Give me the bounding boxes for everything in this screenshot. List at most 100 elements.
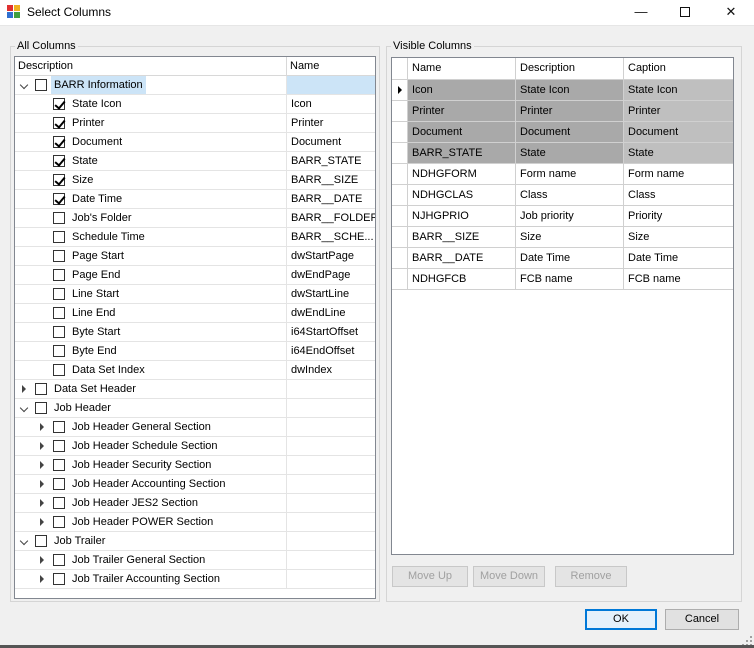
- tree-row[interactable]: Schedule Time BARR__SCHE...: [15, 228, 375, 247]
- grid-row[interactable]: NJHGPRIO Job priority Priority: [392, 206, 733, 227]
- ok-button[interactable]: OK: [585, 609, 657, 630]
- row-header[interactable]: [392, 143, 408, 163]
- column-checkbox[interactable]: [53, 364, 65, 376]
- grid-cell-caption[interactable]: Form name: [624, 164, 733, 184]
- column-checkbox[interactable]: [53, 497, 65, 509]
- column-checkbox[interactable]: [53, 136, 65, 148]
- expand-chevron-icon[interactable]: [20, 537, 28, 545]
- tree-row[interactable]: Job Trailer General Section: [15, 551, 375, 570]
- collapse-chevron-icon[interactable]: [38, 480, 46, 488]
- tree-row[interactable]: BARR Information: [15, 76, 375, 95]
- collapse-chevron-icon[interactable]: [38, 499, 46, 507]
- grid-row[interactable]: NDHGCLAS Class Class: [392, 185, 733, 206]
- collapse-chevron-icon[interactable]: [20, 385, 28, 393]
- tree-row[interactable]: Byte End i64EndOffset: [15, 342, 375, 361]
- grid-cell-caption[interactable]: Priority: [624, 206, 733, 226]
- collapse-chevron-icon[interactable]: [38, 423, 46, 431]
- tree-row[interactable]: Job Header JES2 Section: [15, 494, 375, 513]
- column-checkbox[interactable]: [53, 440, 65, 452]
- column-checkbox[interactable]: [53, 231, 65, 243]
- grid-row[interactable]: BARR__DATE Date Time Date Time: [392, 248, 733, 269]
- all-columns-tree[interactable]: Description Name BARR Information State I…: [14, 56, 376, 599]
- column-checkbox[interactable]: [53, 212, 65, 224]
- tree-row[interactable]: Data Set Header: [15, 380, 375, 399]
- column-checkbox[interactable]: [53, 478, 65, 490]
- header-description[interactable]: Description: [15, 57, 287, 76]
- column-checkbox[interactable]: [35, 383, 47, 395]
- header-description[interactable]: Description: [516, 58, 624, 79]
- tree-row[interactable]: Job Header Security Section: [15, 456, 375, 475]
- move-down-button[interactable]: Move Down: [473, 566, 545, 587]
- tree-row[interactable]: Job Trailer: [15, 532, 375, 551]
- collapse-chevron-icon[interactable]: [38, 575, 46, 583]
- cancel-button[interactable]: Cancel: [665, 609, 739, 630]
- column-checkbox[interactable]: [53, 307, 65, 319]
- tree-row[interactable]: Size BARR__SIZE: [15, 171, 375, 190]
- row-header[interactable]: [392, 80, 408, 100]
- row-header[interactable]: [392, 185, 408, 205]
- column-checkbox[interactable]: [53, 155, 65, 167]
- column-checkbox[interactable]: [53, 117, 65, 129]
- column-checkbox[interactable]: [53, 250, 65, 262]
- row-header[interactable]: [392, 122, 408, 142]
- column-checkbox[interactable]: [53, 573, 65, 585]
- column-checkbox[interactable]: [53, 554, 65, 566]
- tree-row[interactable]: Job Trailer Accounting Section: [15, 570, 375, 589]
- collapse-chevron-icon[interactable]: [38, 442, 46, 450]
- column-checkbox[interactable]: [53, 174, 65, 186]
- collapse-chevron-icon[interactable]: [38, 518, 46, 526]
- tree-row[interactable]: Job Header General Section: [15, 418, 375, 437]
- tree-row[interactable]: Document Document: [15, 133, 375, 152]
- grid-cell-caption[interactable]: Printer: [624, 101, 733, 121]
- expand-chevron-icon[interactable]: [20, 81, 28, 89]
- row-header[interactable]: [392, 269, 408, 289]
- column-checkbox[interactable]: [53, 288, 65, 300]
- tree-row[interactable]: Job Header: [15, 399, 375, 418]
- tree-row[interactable]: Job Header POWER Section: [15, 513, 375, 532]
- grid-row[interactable]: Icon State Icon State Icon: [392, 80, 733, 101]
- minimize-button[interactable]: —: [618, 0, 664, 25]
- move-up-button[interactable]: Move Up: [392, 566, 468, 587]
- grid-cell-caption[interactable]: Document: [624, 122, 733, 142]
- grid-cell-caption[interactable]: State: [624, 143, 733, 163]
- grid-row[interactable]: NDHGFORM Form name Form name: [392, 164, 733, 185]
- header-name[interactable]: Name: [408, 58, 516, 79]
- maximize-button[interactable]: [662, 0, 708, 25]
- tree-row[interactable]: Byte Start i64StartOffset: [15, 323, 375, 342]
- grid-cell-caption[interactable]: Size: [624, 227, 733, 247]
- tree-row[interactable]: Date Time BARR__DATE: [15, 190, 375, 209]
- tree-row[interactable]: Line End dwEndLine: [15, 304, 375, 323]
- tree-row[interactable]: State Icon Icon: [15, 95, 375, 114]
- row-header[interactable]: [392, 101, 408, 121]
- row-header[interactable]: [392, 164, 408, 184]
- tree-row[interactable]: Job's Folder BARR__FOLDER: [15, 209, 375, 228]
- grid-cell-caption[interactable]: Date Time: [624, 248, 733, 268]
- column-checkbox[interactable]: [35, 402, 47, 414]
- tree-row[interactable]: Page End dwEndPage: [15, 266, 375, 285]
- tree-row[interactable]: Page Start dwStartPage: [15, 247, 375, 266]
- grid-row[interactable]: NDHGFCB FCB name FCB name: [392, 269, 733, 290]
- column-checkbox[interactable]: [53, 421, 65, 433]
- collapse-chevron-icon[interactable]: [38, 556, 46, 564]
- collapse-chevron-icon[interactable]: [38, 461, 46, 469]
- tree-row[interactable]: Job Header Schedule Section: [15, 437, 375, 456]
- column-checkbox[interactable]: [53, 326, 65, 338]
- column-checkbox[interactable]: [53, 345, 65, 357]
- tree-row[interactable]: Data Set Index dwIndex: [15, 361, 375, 380]
- grid-row[interactable]: Printer Printer Printer: [392, 101, 733, 122]
- visible-columns-grid[interactable]: Name Description Caption Icon State Icon S…: [391, 57, 734, 555]
- tree-row[interactable]: Line Start dwStartLine: [15, 285, 375, 304]
- row-header[interactable]: [392, 227, 408, 247]
- close-button[interactable]: ✕: [708, 0, 754, 25]
- grid-row[interactable]: BARR_STATE State State: [392, 143, 733, 164]
- column-checkbox[interactable]: [53, 459, 65, 471]
- remove-button[interactable]: Remove: [555, 566, 627, 587]
- expand-chevron-icon[interactable]: [20, 404, 28, 412]
- tree-row[interactable]: State BARR_STATE: [15, 152, 375, 171]
- column-checkbox[interactable]: [53, 516, 65, 528]
- grid-cell-caption[interactable]: State Icon: [624, 80, 733, 100]
- grid-row[interactable]: Document Document Document: [392, 122, 733, 143]
- grid-row[interactable]: BARR__SIZE Size Size: [392, 227, 733, 248]
- grid-cell-caption[interactable]: FCB name: [624, 269, 733, 289]
- column-checkbox[interactable]: [53, 269, 65, 281]
